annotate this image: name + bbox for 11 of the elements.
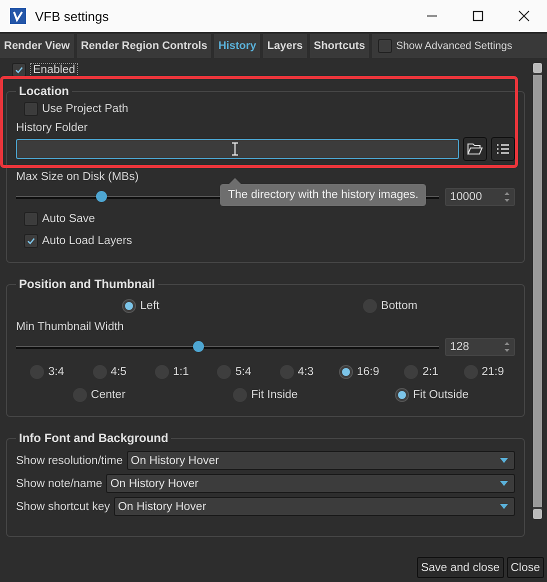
window-title: VFB settings [35, 8, 110, 24]
dropdown-label: Show note/name [16, 478, 102, 490]
field-label: Min Thumbnail Width [16, 321, 125, 335]
field-label: Max Size on Disk (MBs) [16, 171, 140, 185]
dropdown-label: Show resolution/time [16, 454, 123, 466]
group-title: Info Font and Background [18, 431, 170, 445]
group-title: Location [18, 84, 70, 98]
group-title: Position and Thumbnail [18, 277, 156, 291]
tooltip: The directory with the history images. [220, 178, 426, 206]
field-label: History Folder [16, 122, 89, 136]
dropdown-label: Show shortcut key [16, 500, 110, 512]
